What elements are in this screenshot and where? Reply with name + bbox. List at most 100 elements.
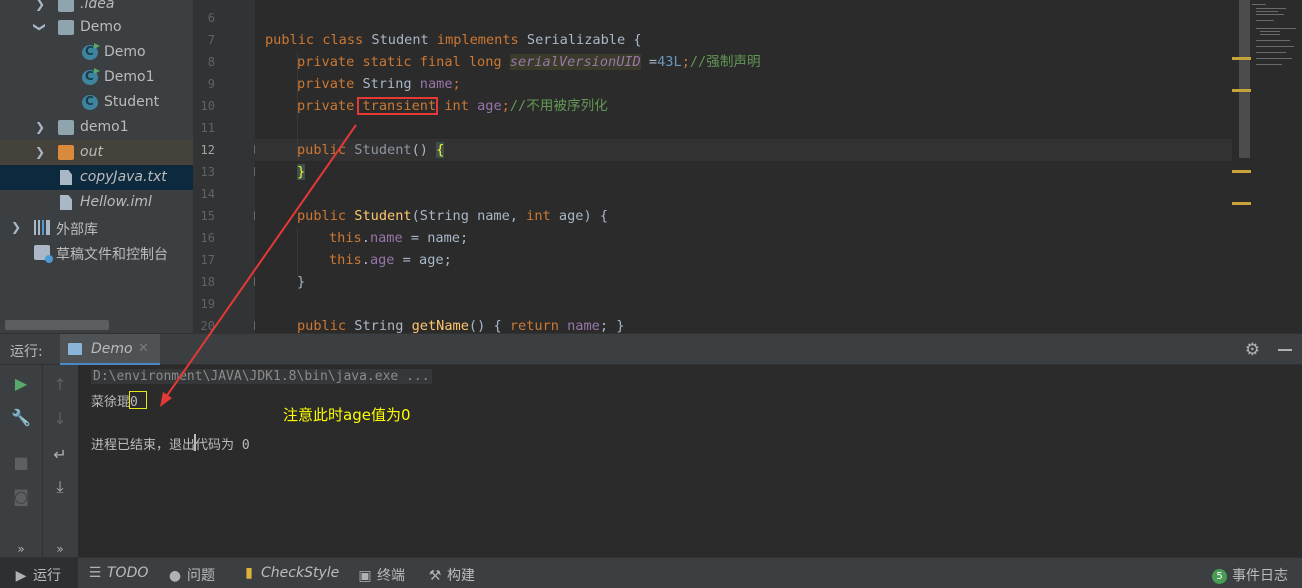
text-caret	[194, 434, 196, 451]
tree-horizontal-scrollbar[interactable]	[5, 320, 109, 330]
line-number: 9	[207, 77, 215, 91]
editor-gutter[interactable]: 6 7 8 9 10 11 12 13 14 15 16 17 18 19 20	[193, 0, 255, 333]
line-number-current: 12	[200, 143, 215, 157]
chevron-right-icon[interactable]: ❯	[35, 0, 45, 11]
scratches-icon	[34, 245, 53, 263]
rerun-icon[interactable]: ▶	[8, 372, 34, 396]
package-icon	[58, 120, 74, 135]
iml-file-icon	[60, 195, 72, 210]
code-line-17: this.age = age;	[329, 252, 452, 268]
tool-window-bar: ▶ 运行 ☰ TODO ● 问题 ▮ CheckStyle ▣ 终端 ⚒ 构建 5 事件日志	[0, 557, 1302, 588]
line-number: 15	[200, 209, 215, 223]
console-icon	[68, 343, 82, 355]
tree-item-out-folder[interactable]: ❯ out	[0, 140, 193, 165]
code-line-10: private transient int age;//不用被序列化	[297, 98, 608, 114]
line-number: 8	[207, 55, 215, 69]
console-command-line: D:\environment\JAVA\JDK1.8\bin\java.exe …	[91, 369, 432, 384]
info-icon: ●	[168, 568, 182, 584]
project-tree: ❯ .idea ❯ Demo Demo Demo1 Student ❯ demo…	[0, 0, 193, 333]
run-icon: ▶	[15, 568, 27, 584]
bottom-tab-problems[interactable]: ● 问题	[168, 565, 215, 585]
tree-item-copyjava-txt[interactable]: copyJava.txt	[0, 165, 193, 190]
line-number: 6	[207, 11, 215, 25]
stop-icon[interactable]: ■	[8, 451, 34, 475]
code-line-13: }	[297, 164, 306, 180]
folder-icon	[58, 145, 74, 160]
event-count-badge: 5	[1212, 569, 1227, 584]
scroll-to-end-icon[interactable]: ⤓	[47, 475, 73, 499]
run-panel-header: 运行: Demo ✕ ⚙	[0, 333, 1302, 366]
libraries-icon	[34, 220, 50, 235]
run-toolbar: ▶ 🔧 ■ ◙ »	[0, 365, 42, 557]
tree-item-external-libraries[interactable]: ❯ 外部库	[0, 215, 193, 240]
tree-item-demo1-class[interactable]: Demo1	[0, 65, 193, 90]
tree-item-student-class[interactable]: Student	[0, 90, 193, 115]
tree-item-demo-folder[interactable]: ❯ Demo	[0, 15, 193, 40]
checkstyle-icon: ▮	[245, 565, 253, 581]
list-icon: ☰	[88, 565, 102, 581]
minimize-icon[interactable]	[1278, 349, 1292, 351]
hammer-icon: ⚒	[428, 568, 442, 584]
run-console[interactable]: D:\environment\JAVA\JDK1.8\bin\java.exe …	[78, 365, 1302, 557]
line-number: 18	[200, 275, 215, 289]
code-line-18: }	[297, 274, 306, 290]
line-number: 7	[207, 33, 215, 47]
bottom-tab-terminal[interactable]: ▣ 终端	[358, 565, 405, 585]
tree-item-hellow-iml[interactable]: Hellow.iml	[0, 190, 193, 215]
text-file-icon	[60, 170, 72, 185]
line-number: 11	[200, 121, 215, 135]
editor-vertical-scrollbar[interactable]	[1239, 0, 1250, 158]
console-exit-message: 进程已结束，退出代码为 0	[91, 438, 250, 453]
close-icon[interactable]: ✕	[138, 341, 149, 356]
java-class-icon	[82, 44, 98, 60]
warning-marker[interactable]	[1232, 202, 1251, 205]
tree-item-demo1-folder[interactable]: ❯ demo1	[0, 115, 193, 140]
code-line-16: this.name = name;	[329, 230, 469, 246]
line-number: 17	[200, 253, 215, 267]
arrow-up-icon[interactable]: ↑	[47, 373, 73, 397]
bottom-tab-event-log[interactable]: 5 事件日志	[1212, 565, 1288, 585]
folder-icon	[58, 0, 74, 12]
transient-highlight-box	[357, 97, 438, 115]
warning-marker[interactable]	[1232, 57, 1251, 60]
line-number: 13	[200, 165, 215, 179]
chevron-right-icon[interactable]: ❯	[11, 220, 21, 234]
bottom-tab-run[interactable]: ▶ 运行	[0, 558, 78, 588]
code-line-8: private static final long serialVersionU…	[297, 54, 761, 70]
terminal-icon: ▣	[358, 568, 372, 584]
bottom-tab-checkstyle[interactable]: ▮ CheckStyle	[242, 565, 339, 581]
warning-marker[interactable]	[1232, 170, 1251, 173]
package-icon	[58, 20, 74, 35]
arrow-down-icon[interactable]: ↓	[47, 407, 73, 431]
line-number: 14	[200, 187, 215, 201]
line-number: 16	[200, 231, 215, 245]
tree-item-demo-class[interactable]: Demo	[0, 40, 193, 65]
java-class-icon	[82, 94, 98, 110]
gear-icon[interactable]: ⚙	[1245, 340, 1260, 360]
java-class-icon	[82, 69, 98, 85]
line-number: 10	[200, 99, 215, 113]
chevron-down-icon[interactable]: ❯	[33, 22, 47, 32]
bottom-tab-build[interactable]: ⚒ 构建	[428, 565, 475, 585]
bottom-tab-todo[interactable]: ☰ TODO	[88, 565, 149, 581]
code-line-15: public Student(String name, int age) {	[297, 208, 609, 224]
run-panel-label: 运行:	[10, 344, 43, 360]
line-number: 19	[200, 297, 215, 311]
code-line-9: private String name;	[297, 76, 461, 92]
camera-icon[interactable]: ◙	[8, 485, 34, 509]
code-line-20: public String getName() { return name; }	[297, 318, 625, 333]
annotation-text: 注意此时age值为0	[283, 406, 411, 424]
run-tab-demo[interactable]: Demo ✕	[60, 334, 160, 366]
code-line-12: public Student() {	[297, 142, 445, 158]
warning-marker[interactable]	[1232, 89, 1251, 92]
line-number: 20	[200, 319, 215, 333]
tree-item-scratches[interactable]: 草稿文件和控制台	[0, 240, 193, 265]
chevron-right-icon[interactable]: ❯	[35, 120, 45, 134]
age-highlight-box	[129, 391, 147, 409]
run-toolbar-secondary: ↑ ↓ ↵ ⤓ »	[42, 365, 78, 557]
code-line-7: public class Student implements Serializ…	[265, 32, 642, 48]
wrench-icon[interactable]: 🔧	[8, 406, 34, 430]
chevron-right-icon[interactable]: ❯	[35, 145, 45, 159]
code-editor[interactable]: public class Student implements Serializ…	[255, 0, 1232, 333]
soft-wrap-icon[interactable]: ↵	[47, 443, 73, 467]
